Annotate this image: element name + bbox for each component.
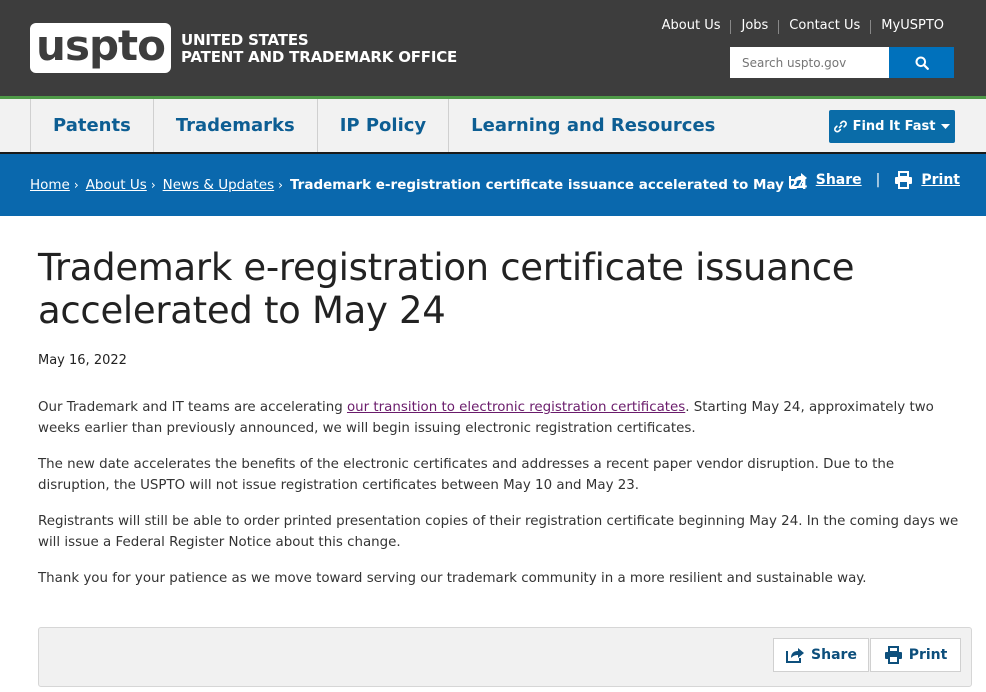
- breadcrumb-news-updates[interactable]: News & Updates: [163, 177, 275, 193]
- paragraph: Registrants will still be able to order …: [38, 514, 959, 550]
- breadcrumb-bar: Home › About Us › News & Updates › Trade…: [0, 154, 986, 216]
- search-icon: [915, 56, 929, 70]
- site-search: [730, 47, 954, 78]
- find-it-fast-button[interactable]: Find It Fast: [829, 110, 955, 143]
- breadcrumb-home[interactable]: Home: [30, 177, 70, 193]
- print-label: Print: [921, 172, 960, 188]
- find-it-fast-label: Find It Fast: [852, 119, 936, 134]
- print-link[interactable]: Print: [894, 171, 960, 189]
- uspto-logo[interactable]: uspto: [30, 23, 171, 73]
- chevron-right-icon: ›: [150, 178, 156, 192]
- article-body: Our Trademark and IT teams are accelerat…: [38, 397, 963, 604]
- share-link[interactable]: Share: [788, 171, 862, 189]
- paragraph: Thank you for your patience as we move t…: [38, 571, 867, 586]
- main-nav: Patents Trademarks IP Policy Learning an…: [0, 99, 986, 154]
- util-link-contact-us[interactable]: Contact Us: [779, 18, 870, 34]
- caret-down-icon: [941, 123, 951, 129]
- breadcrumb-current: Trademark e-registration certificate iss…: [289, 177, 808, 193]
- paragraph: The new date accelerates the benefits of…: [38, 457, 895, 493]
- link-icon: [833, 120, 847, 133]
- nav-learning-and-resources[interactable]: Learning and Resources: [448, 99, 738, 152]
- print-label: Print: [908, 647, 948, 663]
- tools-divider: |: [875, 172, 881, 188]
- page-title: Trademark e-registration certificate iss…: [38, 246, 855, 332]
- breadcrumb: Home › About Us › News & Updates › Trade…: [30, 177, 807, 193]
- transition-article-link[interactable]: our transition to electronic registratio…: [347, 400, 685, 415]
- breadcrumb-about-us[interactable]: About Us: [86, 177, 147, 193]
- print-icon: [895, 171, 913, 189]
- chevron-right-icon: ›: [73, 178, 79, 192]
- util-link-jobs[interactable]: Jobs: [731, 18, 778, 34]
- share-icon: [788, 173, 807, 188]
- util-link-myuspto[interactable]: MyUSPTO: [871, 18, 944, 34]
- share-label: Share: [811, 647, 857, 663]
- search-button[interactable]: [889, 47, 954, 78]
- nav-ip-policy[interactable]: IP Policy: [316, 99, 449, 152]
- print-button[interactable]: Print: [870, 638, 961, 672]
- agency-name[interactable]: UNITED STATES PATENT AND TRADEMARK OFFIC…: [181, 32, 457, 66]
- publish-date: May 16, 2022: [38, 353, 127, 368]
- util-link-about-us[interactable]: About Us: [652, 18, 731, 34]
- share-label: Share: [815, 172, 862, 188]
- paragraph-text: Our Trademark and IT teams are accelerat…: [38, 400, 347, 415]
- share-icon: [786, 648, 805, 663]
- print-icon: [884, 646, 902, 664]
- bottom-page-tools: Share Print: [38, 627, 972, 687]
- nav-patents[interactable]: Patents: [30, 99, 153, 152]
- site-header: uspto UNITED STATES PATENT AND TRADEMARK…: [0, 0, 986, 96]
- utility-nav: About Us Jobs Contact Us MyUSPTO: [652, 18, 944, 34]
- nav-trademarks[interactable]: Trademarks: [152, 99, 317, 152]
- logo-text: uspto: [36, 21, 166, 70]
- agency-line-1: UNITED STATES: [181, 31, 309, 49]
- agency-line-2: PATENT AND TRADEMARK OFFICE: [181, 48, 458, 66]
- chevron-right-icon: ›: [278, 178, 283, 192]
- paragraph: Our Trademark and IT teams are accelerat…: [38, 397, 963, 439]
- share-button[interactable]: Share: [773, 638, 869, 672]
- page-tools: Share | Print: [788, 171, 960, 189]
- search-input[interactable]: [730, 47, 889, 78]
